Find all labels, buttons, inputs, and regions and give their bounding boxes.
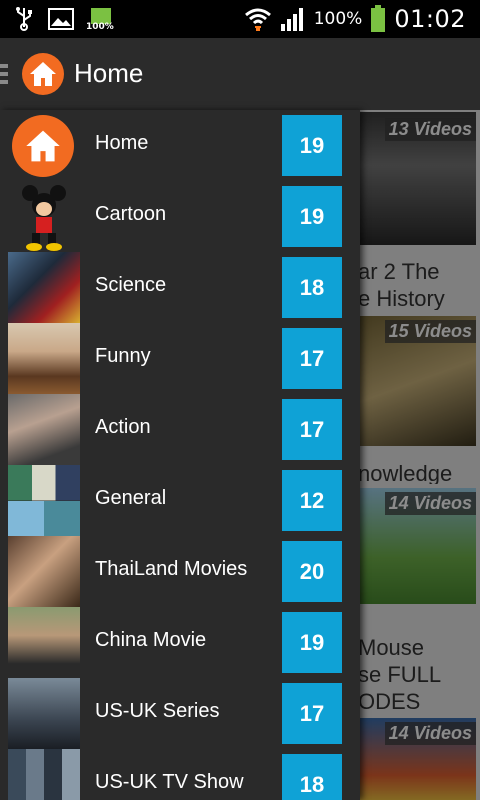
- us-uk-series-thumbnail: [8, 678, 80, 749]
- page-title: Home: [74, 58, 144, 88]
- drawer-item-label: Science: [95, 274, 167, 296]
- drawer-item-cartoon[interactable]: Cartoon 19: [0, 181, 360, 252]
- status-bar-notifications: 100%: [14, 6, 114, 32]
- drawer-item-us-uk-tv-show[interactable]: US-UK TV Show 18: [0, 749, 360, 800]
- home-thumbnail: [12, 115, 74, 177]
- funny-thumbnail: [8, 323, 80, 394]
- drawer-item-label: Funny: [95, 345, 151, 367]
- science-thumbnail: [8, 252, 80, 323]
- count-badge: 17: [282, 683, 342, 744]
- drawer-item-general[interactable]: General 12: [0, 465, 360, 536]
- app-home-icon[interactable]: [22, 53, 64, 95]
- china-movie-thumbnail: [8, 607, 80, 678]
- drawer-item-label: Action: [95, 416, 151, 438]
- drawer-item-us-uk-series[interactable]: US-UK Series 17: [0, 678, 360, 749]
- count-badge: 17: [282, 399, 342, 460]
- navigation-drawer: Home 19 Cartoon 19 Science 18 Funny 17 A…: [0, 110, 360, 800]
- wifi-icon: [244, 8, 271, 31]
- drawer-item-label: China Movie: [95, 629, 207, 651]
- count-badge: 18: [282, 754, 342, 800]
- drawer-item-action[interactable]: Action 17: [0, 394, 360, 465]
- count-badge: 19: [282, 186, 342, 247]
- drawer-item-china-movie[interactable]: China Movie 19: [0, 607, 360, 678]
- drawer-item-label: Cartoon: [95, 203, 167, 225]
- drawer-item-science[interactable]: Science 18: [0, 252, 360, 323]
- action-thumbnail: [8, 394, 80, 465]
- status-bar: 100% 100% 01:02: [0, 0, 480, 38]
- drawer-item-funny[interactable]: Funny 17: [0, 323, 360, 394]
- drawer-item-label: General: [95, 487, 167, 509]
- drawer-item-label: Home: [95, 132, 149, 154]
- home-icon: [26, 130, 60, 162]
- battery-icon: [371, 5, 386, 32]
- status-bar-system: 100% 01:02: [244, 2, 466, 36]
- count-badge: 20: [282, 541, 342, 602]
- general-thumbnail: [8, 465, 80, 536]
- action-bar: Home: [0, 38, 480, 110]
- battery-small-label: 100%: [86, 22, 114, 32]
- count-badge: 19: [282, 612, 342, 673]
- count-badge: 18: [282, 257, 342, 318]
- home-icon: [30, 62, 56, 86]
- drawer-item-label: ThaiLand Movies: [95, 558, 248, 580]
- usb-icon: [16, 7, 32, 31]
- count-badge: 12: [282, 470, 342, 531]
- us-uk-tv-show-thumbnail: [8, 749, 80, 800]
- drawer-item-thailand-movies[interactable]: ThaiLand Movies 20: [0, 536, 360, 607]
- drawer-scrim[interactable]: [360, 110, 480, 800]
- battery-percent: 100%: [313, 9, 363, 29]
- drawer-item-home[interactable]: Home 19: [0, 110, 360, 181]
- drawer-item-label: US-UK Series: [95, 700, 220, 722]
- clock: 01:02: [394, 5, 466, 33]
- thailand-movies-thumbnail: [8, 536, 80, 607]
- count-badge: 19: [282, 115, 342, 176]
- drawer-indicator-icon[interactable]: [0, 64, 8, 86]
- drawer-item-label: US-UK TV Show: [95, 771, 244, 793]
- count-badge: 17: [282, 328, 342, 389]
- signal-icon: [280, 8, 303, 31]
- cartoon-thumbnail: [8, 181, 80, 252]
- image-icon: [48, 8, 74, 30]
- battery-small-icon: 100%: [86, 6, 114, 32]
